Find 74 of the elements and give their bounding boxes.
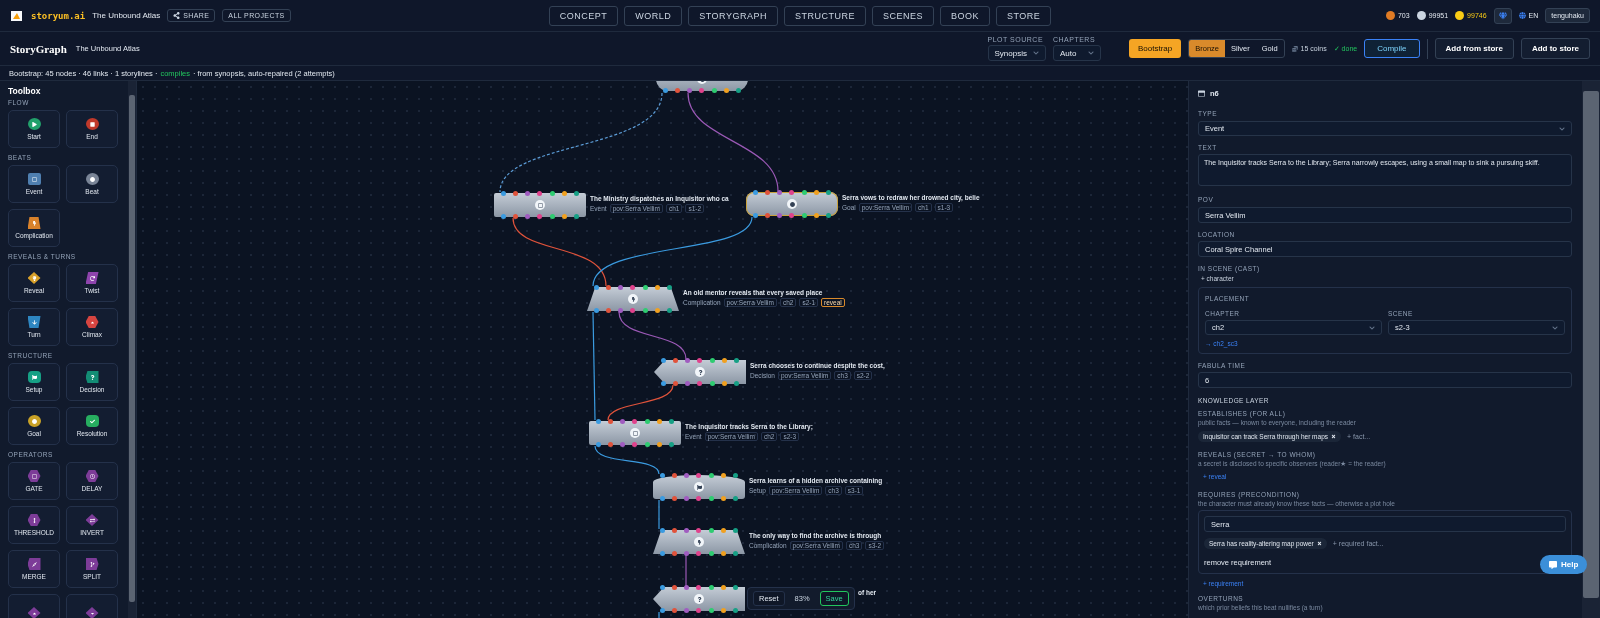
nav-tab[interactable]: SCENES bbox=[871, 5, 934, 26]
share-icon bbox=[173, 12, 181, 19]
check-icon bbox=[85, 415, 99, 427]
lightning-icon bbox=[694, 537, 704, 547]
gem-button[interactable] bbox=[1493, 7, 1512, 24]
page-title: StoryGraph bbox=[10, 42, 67, 55]
chevron-down-icon bbox=[1032, 50, 1039, 56]
chevron-down-icon bbox=[1559, 125, 1565, 132]
remove-icon[interactable] bbox=[1316, 541, 1322, 546]
play-icon bbox=[27, 118, 41, 130]
rotate-icon bbox=[85, 272, 99, 284]
graph-node[interactable] bbox=[654, 360, 746, 384]
rectangle-icon bbox=[535, 200, 545, 210]
graph-node[interactable] bbox=[653, 587, 745, 611]
nav-tab[interactable]: STORE bbox=[995, 5, 1052, 26]
coins-icon bbox=[1291, 45, 1298, 52]
split-icon bbox=[85, 558, 99, 570]
globe-icon bbox=[1518, 12, 1526, 19]
chat-icon bbox=[1549, 560, 1557, 569]
nav-tab[interactable]: WORLD bbox=[624, 5, 683, 26]
logo-text: storyum.ai bbox=[31, 10, 86, 21]
question-icon bbox=[695, 367, 705, 377]
stop-icon bbox=[85, 118, 99, 130]
flag-icon bbox=[27, 371, 41, 383]
coin-icon bbox=[1455, 11, 1465, 20]
connector-line bbox=[607, 384, 674, 421]
merge-icon bbox=[27, 558, 41, 570]
toolbox-title: Toolbox bbox=[8, 86, 42, 96]
nav-tab[interactable]: STORYGRAPH bbox=[688, 5, 778, 26]
question-icon bbox=[85, 371, 99, 383]
rectangle-icon bbox=[27, 173, 41, 185]
remove-icon[interactable] bbox=[1331, 434, 1336, 439]
question-icon bbox=[694, 594, 704, 604]
target-icon bbox=[27, 415, 41, 427]
chevron-down-icon bbox=[1552, 324, 1558, 331]
graph-node[interactable] bbox=[589, 421, 681, 445]
lightning-icon bbox=[628, 294, 638, 304]
lightbulb-icon bbox=[27, 272, 41, 284]
graph-node[interactable] bbox=[653, 530, 745, 554]
chapters-select[interactable]: Auto bbox=[1052, 45, 1101, 61]
compile-button[interactable]: Compile bbox=[1364, 39, 1420, 58]
plot-source-select[interactable]: Synopsis bbox=[987, 45, 1046, 61]
project-title: The Unbound Atlas bbox=[92, 11, 161, 20]
connector-line bbox=[594, 445, 660, 475]
flag-icon bbox=[694, 482, 704, 492]
dot-icon bbox=[85, 173, 99, 185]
target-icon bbox=[787, 199, 797, 209]
gem-icon bbox=[1498, 11, 1507, 20]
lightning-icon bbox=[27, 217, 41, 229]
connector-line bbox=[685, 554, 687, 587]
scrollbar[interactable] bbox=[1582, 81, 1600, 618]
graph-node[interactable] bbox=[746, 192, 838, 216]
add-from-store-button[interactable]: Add from store bbox=[1434, 38, 1514, 59]
graph-node[interactable] bbox=[494, 193, 586, 217]
nav-tab[interactable]: CONCEPT bbox=[548, 5, 619, 26]
coin-icon bbox=[1385, 11, 1395, 20]
gate-icon bbox=[27, 470, 41, 482]
scrollbar[interactable] bbox=[128, 81, 136, 618]
clock-icon bbox=[85, 470, 99, 482]
connector-line bbox=[658, 611, 660, 618]
rectangle-icon bbox=[630, 428, 640, 438]
nav-tab[interactable]: BOOK bbox=[939, 5, 990, 26]
graph-node[interactable] bbox=[653, 475, 745, 499]
chevron-down-icon bbox=[1369, 324, 1375, 331]
connector-line bbox=[618, 311, 687, 360]
bootstrap-button[interactable]: Bootstrap bbox=[1128, 39, 1182, 58]
coin-icon bbox=[1416, 11, 1426, 20]
swap-icon bbox=[85, 514, 99, 526]
add-to-store-button[interactable]: Add to store bbox=[1520, 38, 1590, 59]
logo-icon bbox=[10, 8, 24, 23]
nav-tab[interactable]: STRUCTURE bbox=[783, 5, 866, 26]
graph-node[interactable] bbox=[587, 287, 679, 311]
chevron-down-icon bbox=[1087, 50, 1094, 56]
connector-line bbox=[658, 499, 660, 530]
